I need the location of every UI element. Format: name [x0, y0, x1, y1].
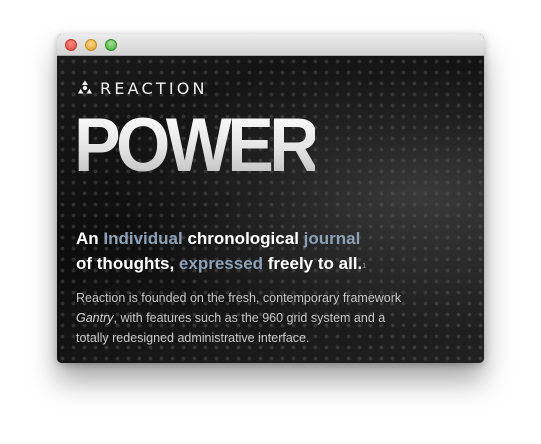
tagline-text: freely to all. [263, 254, 363, 273]
browser-window: REACTION POWER An Individual chronologic… [57, 34, 484, 363]
description-text: , with features such as the 960 grid sys… [76, 311, 386, 345]
page-content: REACTION POWER An Individual chronologic… [57, 56, 484, 363]
tagline: An Individual chronological journal of t… [76, 226, 476, 276]
tagline-highlight-individual: Individual [103, 229, 183, 248]
tagline-text: An [76, 229, 104, 248]
brand-name: REACTION [100, 78, 208, 98]
reaction-logo-icon [78, 80, 92, 94]
desktop-stage: REACTION POWER An Individual chronologic… [0, 0, 541, 444]
tagline-highlight-expressed: expressed [178, 254, 264, 273]
tagline-text: chronological [182, 229, 304, 248]
close-window-button[interactable] [65, 39, 77, 51]
brand-logo[interactable]: REACTION [76, 78, 208, 98]
window-titlebar[interactable] [57, 34, 484, 56]
description-emphasis: Gantry [76, 311, 114, 325]
minimize-window-button[interactable] [85, 39, 97, 51]
hero-title: POWER [74, 103, 320, 188]
tagline-text: of thoughts, [76, 254, 179, 273]
description-paragraph: Reaction is founded on the fresh, contem… [76, 288, 416, 348]
maximize-window-button[interactable] [105, 39, 117, 51]
description-text: Reaction is founded on the fresh, contem… [76, 291, 402, 305]
tagline-highlight-journal: journal [303, 229, 361, 248]
tagline-footnote: 1 [362, 263, 367, 270]
